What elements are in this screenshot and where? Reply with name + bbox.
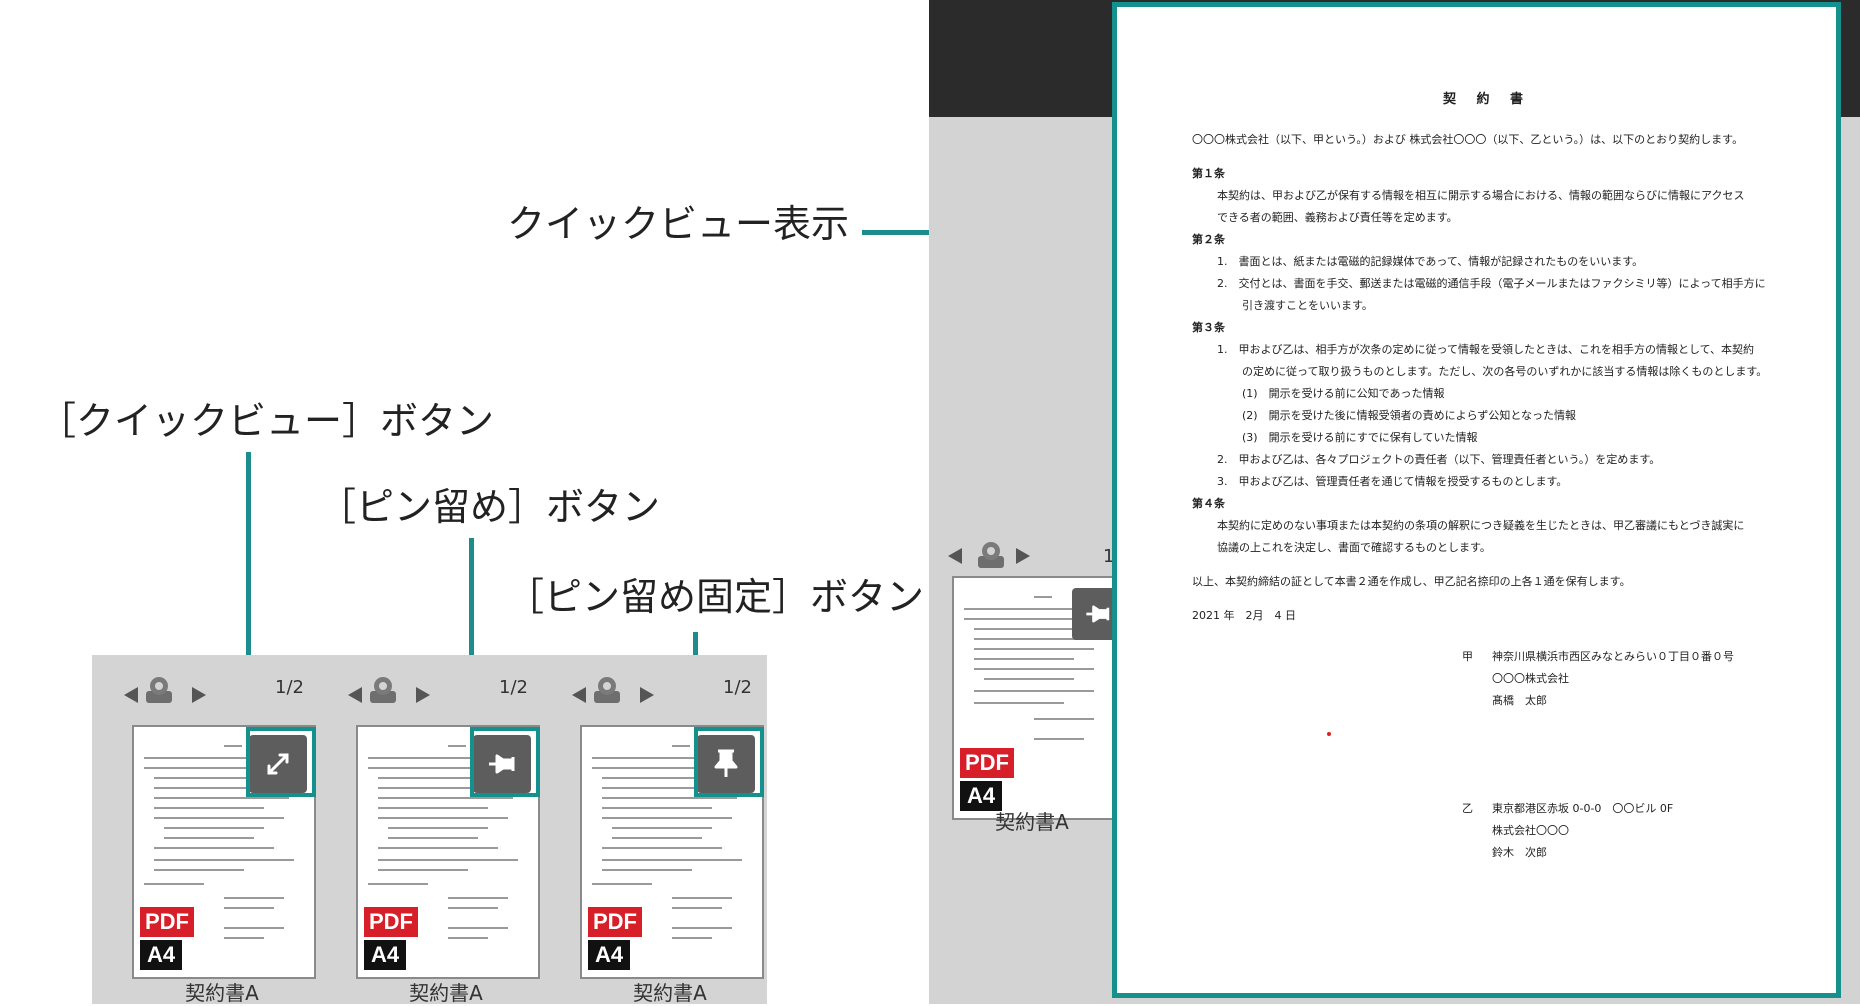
party-a-company: 〇〇〇株式会社 [1492, 672, 1569, 685]
pin-fixed-button-highlight [694, 727, 764, 797]
party-b-company: 株式会社〇〇〇 [1492, 824, 1569, 837]
document-title: 契 約 書 [1442, 92, 1532, 107]
thumbnail-name: 契約書A [995, 810, 1069, 834]
party-a-label: 甲 [1462, 650, 1473, 663]
red-dot [1327, 732, 1331, 736]
next-page-icon[interactable] [640, 687, 654, 703]
thumbnail-panel: 1/2 PDF A4 契約書A 1/2 PDF A4 契約書A 1/2 PDF … [92, 655, 767, 1005]
paper-size-badge: A4 [588, 940, 631, 970]
document-date: 2021 年 2月 4 日 [1192, 609, 1296, 622]
party-b-address: 東京都港区赤坂 0-0-0 〇〇ビル 0F [1492, 802, 1674, 815]
article-item: 1. 甲および乙は、相手方が次条の定めに従って情報を受領したときは、これを相手方… [1217, 343, 1755, 356]
article-item: 2. 甲および乙は、各々プロジェクトの責任者（以下、管理責任者という。）を定めま… [1217, 453, 1661, 466]
prev-page-icon[interactable] [948, 548, 962, 564]
clip-icon [594, 677, 620, 703]
file-type-badge: PDF [588, 907, 642, 937]
page-count: 1/2 [275, 677, 304, 698]
next-page-icon[interactable] [416, 687, 430, 703]
thumbnail-name: 契約書A [409, 981, 483, 1005]
quickview-button-highlight [246, 727, 316, 797]
article-item: 1. 書面とは、紙または電磁的記録媒体であって、情報が記録されたものをいいます。 [1217, 255, 1644, 268]
article-item: 引き渡すことをいいます。 [1242, 299, 1373, 312]
thumbnail-name: 契約書A [185, 981, 259, 1005]
clip-icon [146, 677, 172, 703]
callout-pin-fixed-button: ［ピン留め固定］ボタン [506, 575, 925, 619]
party-a-person: 髙橋 太郎 [1492, 694, 1547, 707]
paper-size-badge: A4 [364, 940, 407, 970]
article-text: 本契約に定めのない事項または本契約の条項の解釈につき疑義を生じたときは、甲乙審議… [1217, 519, 1745, 532]
prev-page-icon[interactable] [572, 687, 586, 703]
clip-icon [978, 542, 1004, 568]
file-type-badge: PDF [364, 907, 418, 937]
arrow-quickview-button [246, 452, 251, 688]
article-title: 第２条 [1192, 233, 1225, 246]
article-title: 第１条 [1192, 167, 1225, 180]
document-body: 契 約 書 〇〇〇株式会社（以下、甲という。）および 株式会社〇〇〇（以下、乙と… [1192, 89, 1782, 627]
party-b-label: 乙 [1462, 802, 1473, 815]
party-a-address: 神奈川県横浜市西区みなとみらい０丁目０番０号 [1492, 650, 1734, 663]
article-text: 本契約は、甲および乙が保有する情報を相互に開示する場合における、情報の範囲ならび… [1217, 189, 1745, 202]
thumbnail-name: 契約書A [633, 981, 707, 1005]
callout-quickview-button: ［クイックビュー］ボタン [38, 399, 495, 443]
callout-pin-button: ［ピン留め］ボタン [318, 485, 661, 529]
pin-button-highlight [470, 727, 540, 797]
paper-size-badge: A4 [140, 940, 183, 970]
next-page-icon[interactable] [192, 687, 206, 703]
next-page-icon[interactable] [1016, 548, 1030, 564]
article-text: できる者の範囲、義務および責任等を定めます。 [1217, 211, 1458, 224]
callout-quickview-display: クイックビュー表示 [507, 202, 850, 246]
quickview-panel[interactable]: 契 約 書 〇〇〇株式会社（以下、甲という。）および 株式会社〇〇〇（以下、乙と… [1112, 2, 1841, 998]
thumbnail-card[interactable]: 1/2 PDF A4 契約書A [338, 677, 540, 1005]
article-subitem: (2) 開示を受けた後に情報受領者の責めによらず公知となった情報 [1242, 409, 1577, 422]
prev-page-icon[interactable] [124, 687, 138, 703]
article-item: 3. 甲および乙は、管理責任者を通じて情報を授受するものとします。 [1217, 475, 1568, 488]
file-type-badge: PDF [140, 907, 194, 937]
thumbnail-card[interactable]: 1/2 PDF A4 契約書A [562, 677, 764, 1005]
viewer-thumbnail-card[interactable]: 1/2 PDF A4 契約書A [948, 542, 1132, 868]
article-subitem: (3) 開示を受ける前にすでに保有していた情報 [1242, 431, 1478, 444]
article-title: 第３条 [1192, 321, 1225, 334]
article-item: の定めに従って取り扱うものとします。ただし、次の各号のいずれかに該当する情報は除… [1242, 365, 1768, 378]
article-title: 第４条 [1192, 497, 1225, 510]
article-subitem: (1) 開示を受ける前に公知であった情報 [1242, 387, 1445, 400]
article-item: 2. 交付とは、書面を手交、郵送または電磁的通信手段（電子メールまたはファクシミ… [1217, 277, 1766, 290]
document-closing: 以上、本契約締結の証として本書２通を作成し、甲乙記名捺印の上各１通を保有します。 [1192, 575, 1631, 588]
page-count: 1/2 [499, 677, 528, 698]
clip-icon [370, 677, 396, 703]
document-intro: 〇〇〇株式会社（以下、甲という。）および 株式会社〇〇〇（以下、乙という。）は、… [1192, 133, 1744, 146]
prev-page-icon[interactable] [348, 687, 362, 703]
file-type-badge: PDF [960, 748, 1014, 778]
article-text: 協議の上これを決定し、書面で確認するものとします。 [1217, 541, 1491, 554]
page-count: 1/2 [723, 677, 752, 698]
party-b-person: 鈴木 次郎 [1492, 846, 1547, 859]
thumbnail-card[interactable]: 1/2 PDF A4 契約書A [114, 677, 316, 1005]
